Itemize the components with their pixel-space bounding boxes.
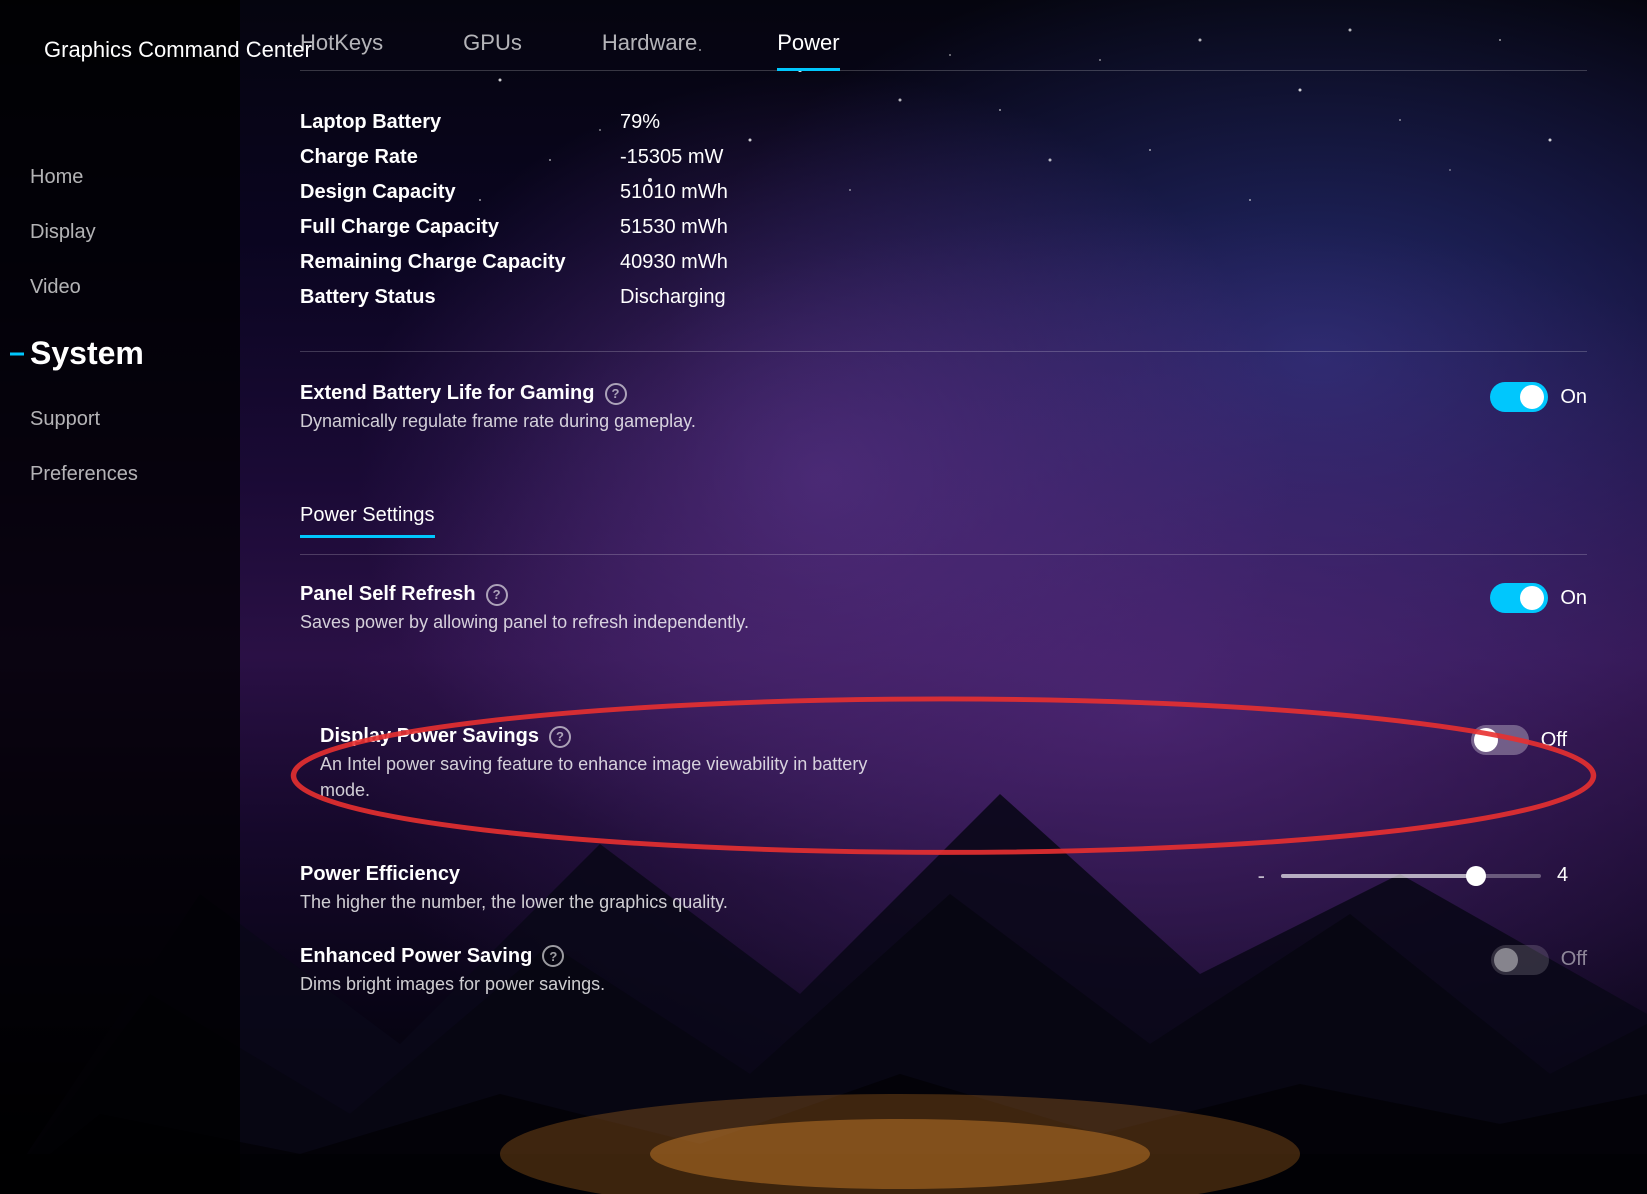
power-efficiency-section: Power Efficiency The higher the number, … (300, 863, 1587, 915)
display-power-savings-control: Off (1447, 725, 1567, 755)
sidebar-item-support[interactable]: Support (0, 392, 240, 447)
display-power-savings-title: Display Power Savings ? (320, 725, 1447, 748)
extend-battery-desc: Dynamically regulate frame rate during g… (300, 409, 850, 434)
display-power-savings-row: Display Power Savings ? An Intel power s… (320, 725, 1567, 802)
power-efficiency-slider[interactable] (1281, 874, 1541, 878)
enhanced-power-saving-control: Off (1467, 945, 1587, 975)
logo-area: intel. Graphics Command Center (0, 0, 240, 90)
sidebar-item-home[interactable]: Home (0, 150, 240, 205)
power-settings-tab-container: Power Settings (300, 504, 1587, 538)
extend-battery-state: On (1560, 386, 1587, 409)
sidebar-item-preferences-label: Preferences (30, 463, 138, 486)
panel-self-refresh-control: On (1467, 583, 1587, 613)
sidebar-item-video-label: Video (30, 276, 81, 299)
enhanced-power-saving-info: Enhanced Power Saving ? Dims bright imag… (300, 945, 1467, 997)
panel-self-refresh-toggle[interactable] (1490, 583, 1548, 613)
settings-divider (300, 554, 1587, 555)
battery-status-value: Discharging (620, 286, 726, 309)
power-settings-tab[interactable]: Power Settings (300, 504, 435, 538)
battery-info-section: Laptop Battery 79% Charge Rate -15305 mW… (300, 111, 1587, 352)
table-row: Battery Status Discharging (300, 286, 1587, 309)
sidebar-item-display-label: Display (30, 221, 96, 244)
sidebar-item-system-label: System (30, 335, 144, 372)
tab-power[interactable]: Power (777, 30, 839, 70)
tab-gpus[interactable]: GPUs (463, 30, 522, 70)
table-row: Laptop Battery 79% (300, 111, 1587, 134)
panel-self-refresh-section: Panel Self Refresh ? Saves power by allo… (300, 583, 1587, 675)
power-efficiency-control: - 4 (1258, 863, 1587, 889)
enhanced-power-saving-desc: Dims bright images for power savings. (300, 972, 850, 997)
display-power-savings-toggle[interactable] (1471, 725, 1529, 755)
slider-fill (1281, 874, 1476, 878)
table-row: Remaining Charge Capacity 40930 mWh (300, 251, 1587, 274)
display-power-savings-desc: An Intel power saving feature to enhance… (320, 752, 870, 802)
display-power-savings-section: Display Power Savings ? An Intel power s… (300, 705, 1587, 832)
remaining-charge-label: Remaining Charge Capacity (300, 251, 620, 274)
slider-minus-icon: - (1258, 863, 1265, 889)
table-row: Charge Rate -15305 mW (300, 146, 1587, 169)
power-efficiency-desc: The higher the number, the lower the gra… (300, 890, 850, 915)
full-charge-capacity-label: Full Charge Capacity (300, 216, 620, 239)
extend-battery-title: Extend Battery Life for Gaming ? (300, 382, 1467, 405)
slider-thumb[interactable] (1466, 866, 1486, 886)
sidebar-item-support-label: Support (30, 408, 100, 431)
enhanced-power-saving-toggle[interactable] (1491, 945, 1549, 975)
power-efficiency-info: Power Efficiency The higher the number, … (300, 863, 1258, 915)
remaining-charge-value: 40930 mWh (620, 251, 728, 274)
sidebar-item-system[interactable]: System (0, 315, 240, 392)
sidebar: intel. Graphics Command Center Home Disp… (0, 0, 240, 1194)
sidebar-item-home-label: Home (30, 166, 83, 189)
panel-self-refresh-title: Panel Self Refresh ? (300, 583, 1467, 606)
enhanced-power-saving-help-icon[interactable]: ? (542, 945, 564, 967)
power-efficiency-value: 4 (1557, 864, 1587, 887)
navigation: Home Display Video System Support Prefer… (0, 150, 240, 1194)
charge-rate-label: Charge Rate (300, 146, 620, 169)
extend-battery-toggle[interactable] (1490, 382, 1548, 412)
table-row: Design Capacity 51010 mWh (300, 181, 1587, 204)
top-tabs: HotKeys GPUs Hardware Power (300, 0, 1587, 71)
tab-hardware[interactable]: Hardware (602, 30, 697, 70)
enhanced-power-saving-state: Off (1561, 948, 1587, 971)
battery-status-label: Battery Status (300, 286, 620, 309)
display-power-savings-state: Off (1541, 729, 1567, 752)
enhanced-power-saving-section: Enhanced Power Saving ? Dims bright imag… (300, 945, 1587, 997)
main-content: HotKeys GPUs Hardware Power Laptop Batte… (240, 0, 1647, 1194)
full-charge-capacity-value: 51530 mWh (620, 216, 728, 239)
panel-self-refresh-info: Panel Self Refresh ? Saves power by allo… (300, 583, 1467, 635)
design-capacity-value: 51010 mWh (620, 181, 728, 204)
sidebar-item-video[interactable]: Video (0, 260, 240, 315)
panel-self-refresh-state: On (1560, 587, 1587, 610)
display-power-savings-info: Display Power Savings ? An Intel power s… (320, 725, 1447, 802)
enhanced-power-saving-row: Enhanced Power Saving ? Dims bright imag… (300, 945, 1587, 997)
extend-battery-help-icon[interactable]: ? (605, 383, 627, 405)
extend-battery-info: Extend Battery Life for Gaming ? Dynamic… (300, 382, 1467, 434)
panel-self-refresh-help-icon[interactable]: ? (486, 584, 508, 606)
display-power-savings-help-icon[interactable]: ? (549, 726, 571, 748)
panel-self-refresh-desc: Saves power by allowing panel to refresh… (300, 610, 850, 635)
sidebar-item-preferences[interactable]: Preferences (0, 447, 240, 502)
laptop-battery-value: 79% (620, 111, 660, 134)
laptop-battery-label: Laptop Battery (300, 111, 620, 134)
extend-battery-section: Extend Battery Life for Gaming ? Dynamic… (300, 382, 1587, 474)
extend-battery-row: Extend Battery Life for Gaming ? Dynamic… (300, 382, 1587, 434)
enhanced-power-saving-title: Enhanced Power Saving ? (300, 945, 1467, 968)
power-efficiency-row: Power Efficiency The higher the number, … (300, 863, 1587, 915)
design-capacity-label: Design Capacity (300, 181, 620, 204)
extend-battery-control: On (1467, 382, 1587, 412)
panel-self-refresh-row: Panel Self Refresh ? Saves power by allo… (300, 583, 1587, 635)
sidebar-item-display[interactable]: Display (0, 205, 240, 260)
charge-rate-value: -15305 mW (620, 146, 723, 169)
table-row: Full Charge Capacity 51530 mWh (300, 216, 1587, 239)
power-efficiency-title: Power Efficiency (300, 863, 1258, 886)
tab-hotkeys[interactable]: HotKeys (300, 30, 383, 70)
